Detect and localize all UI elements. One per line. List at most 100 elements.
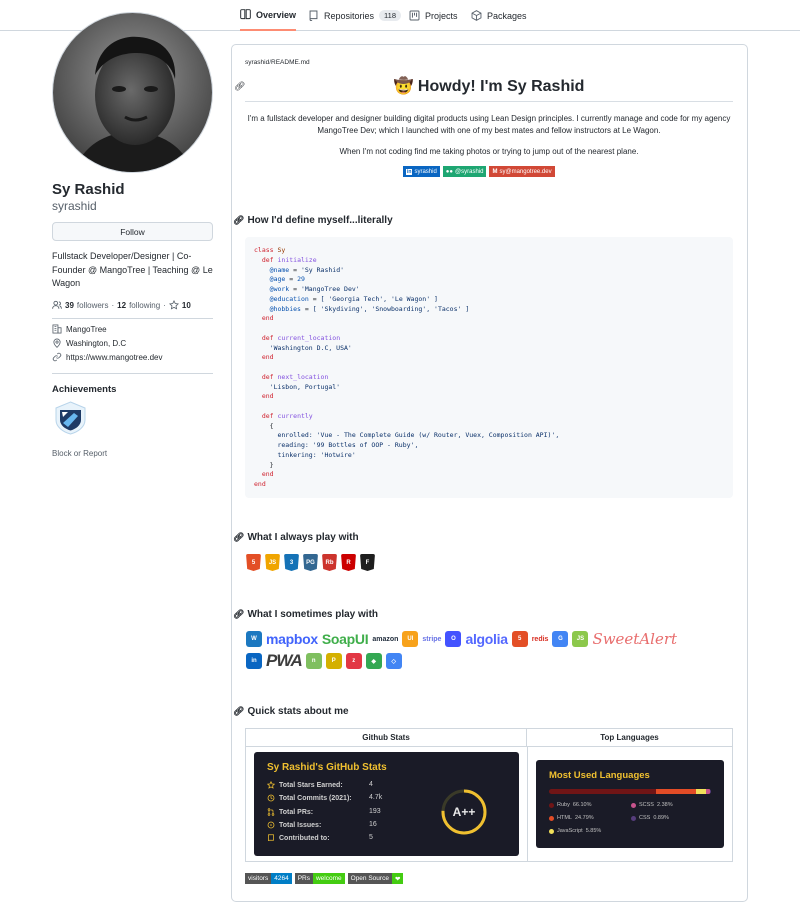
webflow-icon: O [445,631,462,647]
readme-path: syrashid/README.md [245,59,310,66]
profile-bio: Fullstack Developer/Designer | Co-Founde… [52,251,213,288]
language-bar-segment [656,789,697,794]
footer-badge[interactable]: Open Source ❤ [347,873,404,884]
follow-stats: 39 followers · 12 following · 10 [52,300,191,310]
people-icon [52,300,62,309]
readme-intro: I'm a fullstack developer and designer b… [247,114,731,135]
following-label[interactable]: following [129,301,160,310]
tab-overview[interactable]: Overview [240,0,297,31]
stat-value: 193 [369,808,381,815]
section-heading-sometimes: 🔗︎ What I sometimes play with [233,609,379,620]
gmail-icon: M [492,168,498,175]
language-bar-segment [709,789,711,794]
stat-value: 5 [369,834,373,841]
language-color-dot [631,815,636,821]
block-report-link[interactable]: Block or Report [52,449,107,458]
language-color-dot [549,802,554,808]
anchor-link-icon[interactable]: 🔗︎ [233,609,244,620]
star-icon [168,300,179,310]
repo-icon [268,834,274,842]
readme-path-file[interactable]: README.md [271,59,310,66]
languages-progress-bar [549,789,711,794]
stat-value: 4 [369,781,373,788]
sometimes-tech-row-2: in PWA n Pz ◆ ◇ [246,651,406,671]
language-bar-segment [549,789,657,794]
stat-row: Total PRs: [267,808,313,816]
website-link[interactable]: https://www.mangotree.dev [66,353,163,362]
google-icon: G [552,631,569,647]
stat-value: 16 [369,821,377,828]
algolia-logo: algolia [465,631,508,647]
sweetalert-logo: SweetAlert [592,630,678,648]
language-color-dot [631,802,636,808]
anchor-link-icon[interactable]: 🔗︎ [233,706,244,717]
stat-row: Total Issues: [267,821,321,829]
arctic-code-vault-icon [55,401,86,435]
code-content: class Sy def initialize @name = 'Sy Rash… [254,246,560,488]
achievements-heading: Achievements [52,384,117,395]
zomato-icon: z [345,653,362,669]
pull-request-icon [267,808,275,816]
linkedin-shield[interactable]: in syrashid [403,166,440,177]
project-icon [409,10,420,21]
link-icon [52,352,62,362]
footer-badges: visitors 4264 PRs welcome Open Source ❤ [245,873,404,884]
gmail-shield[interactable]: M sy@mangotree.dev [489,166,555,177]
stats-card-title: Sy Rashid's GitHub Stats [267,762,387,773]
tab-projects-label: Projects [425,10,458,21]
linkedin-icon: in [246,653,262,669]
stripe-logo: stripe [422,635,442,643]
footer-badge[interactable]: visitors 4264 [245,873,292,884]
redis-logo: redis [531,635,549,643]
tab-projects[interactable]: Projects [409,0,458,31]
amazon-logo: amazon [372,635,399,643]
top-languages-card[interactable]: Most Used Languages Ruby 66.10% HTML 24.79%… [536,760,724,848]
github-stats-card[interactable]: Sy Rashid's GitHub Stats Total Stars Ear… [254,752,519,856]
tab-repositories[interactable]: Repositories 118 [308,0,401,31]
anchor-link-icon[interactable]: 🔗︎ [233,532,244,543]
stat-row: Contributed to: [267,834,330,842]
medium-shield[interactable]: ●● @syrashid [442,166,487,177]
achievement-badge[interactable] [54,401,87,435]
followers-label[interactable]: followers [77,301,109,310]
stars-count[interactable]: 10 [182,301,191,310]
divider [52,318,213,319]
producthunt-icon: P [325,653,342,669]
follow-button[interactable]: Follow [52,222,213,241]
readme-path-user[interactable]: syrashid [245,59,269,66]
history-icon [267,794,275,802]
followers-count[interactable]: 39 [65,301,74,310]
tab-overview-label: Overview [256,9,297,20]
avatar[interactable] [52,12,213,173]
vcard-website[interactable]: https://www.mangotree.dev [52,352,163,362]
figma-icon: F [360,554,375,571]
anchor-link-icon[interactable]: 🔗︎ [233,215,244,226]
language-color-dot [549,815,554,821]
netlify-icon: n [305,653,322,669]
language-legend-item: CSS 0.89% [631,815,669,821]
stat-row: Total Stars Earned: [267,781,343,789]
following-count[interactable]: 12 [117,301,126,310]
footer-badge[interactable]: PRs welcome [294,873,345,884]
repo-icon [309,10,318,21]
star-icon [267,781,275,789]
location-text: Washington, D.C [66,338,127,348]
divider [52,373,213,374]
readme-title: 🤠 Howdy! I'm Sy Rashid [245,76,733,102]
webpack-icon: W [246,631,262,647]
anchor-link-icon[interactable]: 🔗︎ [234,81,245,92]
tab-repositories-label: Repositories [324,10,375,21]
stats-table-header-languages: Top Languages [527,729,732,747]
section-heading-define: 🔗︎ How I'd define myself...literally [233,215,393,226]
stats-table-header-github: Github Stats [246,729,527,747]
profile-username: syrashid [52,199,97,213]
issue-icon [267,821,275,829]
html5-icon: 5 [246,554,261,571]
tab-packages-label: Packages [487,10,527,21]
javascript-icon: JS [265,554,280,571]
stats-table: Github Stats Top Languages Sy Rashid's G… [245,728,733,862]
google-maps-icon: ◆ [365,653,382,669]
stat-row: Total Commits (2021): [267,794,352,802]
package-icon [471,10,482,21]
tab-packages[interactable]: Packages [471,0,527,31]
